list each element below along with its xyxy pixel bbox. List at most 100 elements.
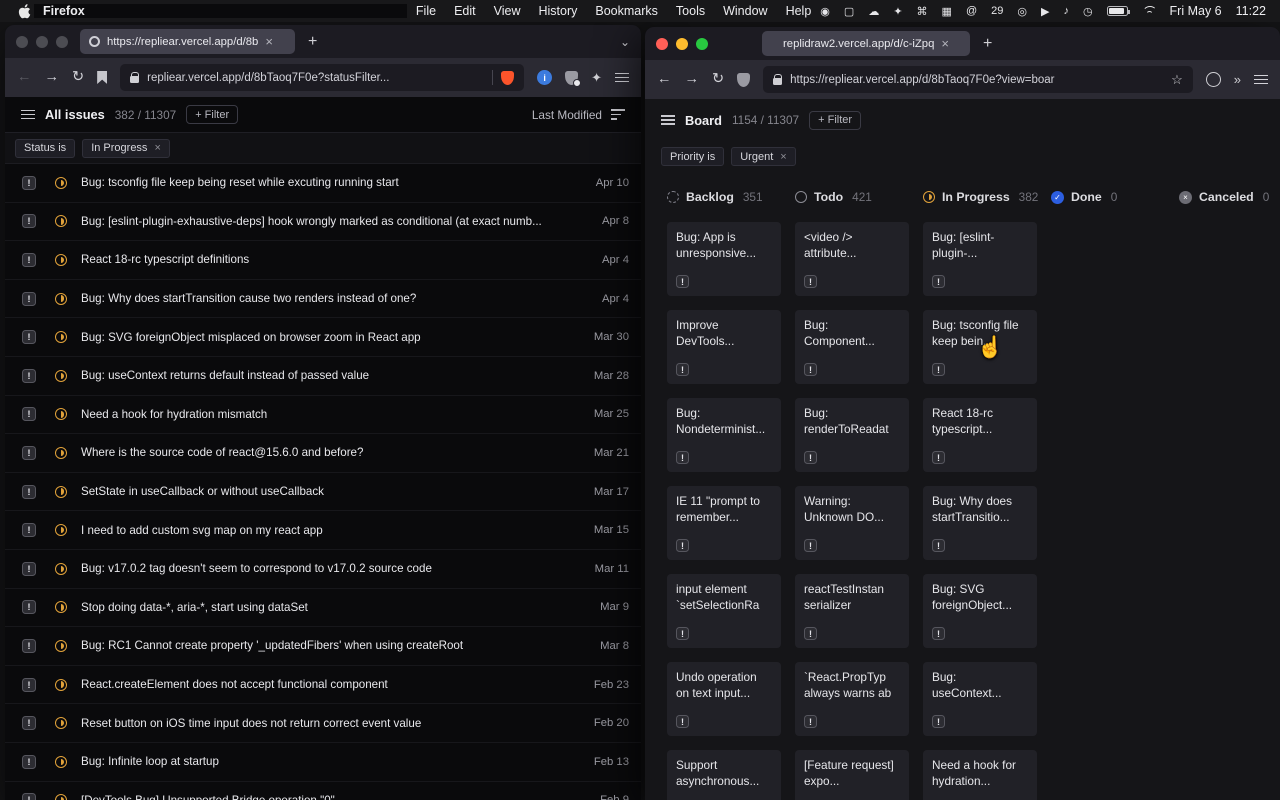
tab-overflow-icon[interactable]: ⌄	[620, 35, 630, 49]
menubar-time[interactable]: 11:22	[1236, 4, 1266, 18]
issue-row[interactable]: !SetState in useCallback or without useC…	[5, 473, 641, 512]
clock-icon[interactable]: ◷	[1083, 5, 1093, 18]
zoom-window-button[interactable]	[56, 36, 68, 48]
issue-card[interactable]: Undo operation on text input...!	[667, 662, 781, 736]
target-icon[interactable]: ◎	[1017, 5, 1027, 18]
issue-row[interactable]: !Bug: Why does startTransition cause two…	[5, 280, 641, 319]
issue-card[interactable]: Support asynchronous...!	[667, 750, 781, 800]
issue-row[interactable]: !Bug: Infinite loop at startupFeb 13	[5, 743, 641, 782]
forward-button[interactable]: →	[685, 72, 700, 87]
issue-card[interactable]: Bug: useContext...!	[923, 662, 1037, 736]
issue-card[interactable]: Bug: Nondeterminist...!	[667, 398, 781, 472]
issue-row[interactable]: !Bug: RC1 Cannot create property '_updat…	[5, 627, 641, 666]
issue-row[interactable]: !Stop doing data-*, aria-*, start using …	[5, 589, 641, 628]
tab-close-icon[interactable]: ×	[941, 36, 949, 51]
shield-badge-icon[interactable]	[565, 71, 578, 85]
back-button[interactable]: ←	[657, 72, 672, 87]
forward-button[interactable]: →	[45, 70, 60, 85]
overflow-menu-icon[interactable]: »	[1234, 72, 1241, 87]
filter-field-chip[interactable]: Priority is	[661, 147, 724, 166]
menubar-app-name[interactable]: Firefox	[34, 4, 407, 18]
issue-row[interactable]: !Reset button on iOS time input does not…	[5, 704, 641, 743]
battery-icon[interactable]	[1107, 6, 1128, 16]
issue-card[interactable]: React 18-rc typescript...!	[923, 398, 1037, 472]
issue-card[interactable]: [Feature request] expo...!	[795, 750, 909, 800]
issue-card[interactable]: Need a hook for hydration...!	[923, 750, 1037, 800]
calendar-icon[interactable]: 29	[991, 5, 1003, 17]
bookmark-star-icon[interactable]: ☆	[1171, 72, 1183, 88]
remove-filter-icon[interactable]: ×	[780, 151, 786, 163]
url-bar[interactable]: https://repliear.vercel.app/d/8bTaoq7F0e…	[763, 66, 1193, 93]
issue-row[interactable]: !Bug: [eslint-plugin-exhaustive-deps] ho…	[5, 203, 641, 242]
zoom-window-button[interactable]	[696, 38, 708, 50]
issue-card[interactable]: Bug: Component...!	[795, 310, 909, 384]
extensions-icon[interactable]: ✦	[591, 70, 602, 86]
app-menu-icon[interactable]	[661, 115, 675, 125]
browser-menu-icon[interactable]	[1254, 75, 1268, 85]
reload-button[interactable]: ↻	[712, 72, 724, 87]
issue-row[interactable]: !React.createElement does not accept fun…	[5, 666, 641, 705]
menubar-item-window[interactable]: Window	[714, 4, 776, 18]
issue-row[interactable]: ![DevTools Bug] Unsupported Bridge opera…	[5, 782, 641, 800]
issue-row[interactable]: !React 18-rc typescript definitionsApr 4	[5, 241, 641, 280]
add-filter-button[interactable]: + Filter	[809, 111, 861, 130]
browser-tab[interactable]: replidraw2.vercel.app/d/c-iZpq ×	[762, 31, 970, 56]
display-icon[interactable]: ▢	[844, 5, 854, 18]
filter-field-chip[interactable]: Status is	[15, 139, 75, 158]
grid-icon[interactable]: ▦	[942, 5, 952, 18]
menubar-item-view[interactable]: View	[485, 4, 530, 18]
new-tab-button[interactable]: +	[304, 33, 321, 51]
window-controls-inactive[interactable]	[16, 36, 68, 48]
record-icon[interactable]: ◉	[820, 5, 830, 18]
sparkle-icon[interactable]: ✦	[893, 5, 902, 18]
window-controls-active[interactable]	[656, 38, 708, 50]
sort-control[interactable]: Last Modified	[532, 108, 625, 122]
close-window-button[interactable]	[16, 36, 28, 48]
tracking-protection-icon[interactable]	[737, 73, 750, 87]
account-icon[interactable]	[1206, 72, 1221, 87]
issue-row[interactable]: !Where is the source code of react@15.6.…	[5, 434, 641, 473]
issue-row[interactable]: !Bug: tsconfig file keep being reset whi…	[5, 164, 641, 203]
issue-card[interactable]: IE 11 "prompt to remember...!	[667, 486, 781, 560]
menubar-item-edit[interactable]: Edit	[445, 4, 485, 18]
back-button[interactable]: ←	[17, 70, 32, 85]
filter-value-chip[interactable]: Urgent ×	[731, 147, 795, 166]
play-icon[interactable]: ▶	[1041, 5, 1049, 18]
issue-card[interactable]: reactTestInstan serializer!	[795, 574, 909, 648]
issue-card[interactable]: input element `setSelectionRa!	[667, 574, 781, 648]
menubar-date[interactable]: Fri May 6	[1170, 4, 1222, 18]
tab-close-icon[interactable]: ×	[265, 34, 273, 49]
menubar-item-help[interactable]: Help	[777, 4, 821, 18]
issue-row[interactable]: !I need to add custom svg map on my reac…	[5, 511, 641, 550]
add-filter-button[interactable]: + Filter	[186, 105, 238, 124]
issue-row[interactable]: !Need a hook for hydration mismatchMar 2…	[5, 396, 641, 435]
close-window-button[interactable]	[656, 38, 668, 50]
minimize-window-button[interactable]	[676, 38, 688, 50]
menubar-item-history[interactable]: History	[529, 4, 586, 18]
issue-card[interactable]: Bug: App is unresponsive...!	[667, 222, 781, 296]
brave-shield-icon[interactable]	[501, 71, 514, 85]
wifi-icon[interactable]	[1142, 6, 1156, 16]
issue-row[interactable]: !Bug: useContext returns default instead…	[5, 357, 641, 396]
reader-icon[interactable]: i	[537, 70, 552, 85]
browser-menu-icon[interactable]	[615, 73, 629, 83]
issue-card[interactable]: Warning: Unknown DO...!	[795, 486, 909, 560]
cloud-icon[interactable]: ☁	[868, 5, 879, 18]
at-icon[interactable]: @	[966, 5, 977, 17]
issue-card[interactable]: `React.PropTyp always warns ab!	[795, 662, 909, 736]
sort-icon[interactable]	[611, 109, 625, 119]
bookmark-icon[interactable]	[97, 71, 107, 84]
command-icon[interactable]: ⌘	[917, 5, 928, 18]
remove-filter-icon[interactable]: ×	[154, 142, 160, 154]
apple-menu-icon[interactable]	[14, 4, 34, 19]
menubar-item-file[interactable]: File	[407, 4, 445, 18]
issue-card[interactable]: Bug: renderToReadat!	[795, 398, 909, 472]
issue-card[interactable]: Bug: [eslint-plugin-...!	[923, 222, 1037, 296]
reload-button[interactable]: ↻	[72, 70, 84, 85]
issue-card[interactable]: <video /> attribute...!	[795, 222, 909, 296]
menubar-item-tools[interactable]: Tools	[667, 4, 714, 18]
issue-card[interactable]: Bug: SVG foreignObject...!	[923, 574, 1037, 648]
menubar-item-bookmarks[interactable]: Bookmarks	[586, 4, 667, 18]
browser-tab[interactable]: https://repliear.vercel.app/d/8b ×	[80, 29, 295, 54]
issue-card[interactable]: Improve DevTools...!	[667, 310, 781, 384]
